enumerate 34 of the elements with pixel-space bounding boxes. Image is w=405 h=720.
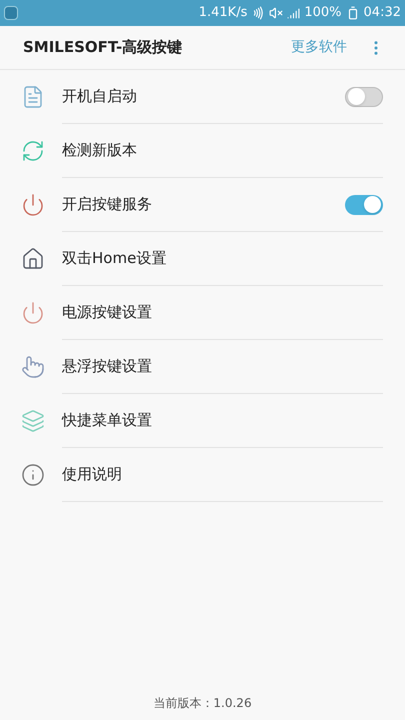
settings-item[interactable]: 开机自启动	[0, 70, 405, 124]
settings-item[interactable]: 悬浮按键设置	[0, 340, 405, 394]
mute-icon	[269, 6, 284, 20]
home-icon	[21, 247, 45, 271]
settings-item[interactable]: 检测新版本	[0, 124, 405, 178]
item-label: 检测新版本	[62, 140, 138, 162]
item-label: 快捷菜单设置	[62, 410, 153, 432]
app-title: SMILESOFT-高级按键	[23, 37, 184, 58]
refresh-icon	[21, 139, 45, 163]
clock: 04:32	[364, 4, 401, 22]
settings-item[interactable]: 快捷菜单设置	[0, 394, 405, 448]
app-notification-icon	[4, 6, 18, 20]
info-icon	[21, 463, 45, 487]
power-icon	[21, 301, 45, 325]
toggle-switch[interactable]	[345, 194, 383, 214]
item-label: 双击Home设置	[62, 248, 168, 270]
settings-item[interactable]: 开启按键服务	[0, 178, 405, 232]
signal-icon	[287, 6, 300, 20]
item-label: 悬浮按键设置	[62, 356, 153, 378]
item-label: 开启按键服务	[62, 194, 153, 216]
item-label: 使用说明	[62, 464, 123, 486]
battery-level: 100%	[304, 4, 342, 22]
power-icon	[21, 193, 45, 217]
settings-item[interactable]: 电源按键设置	[0, 286, 405, 340]
layers-icon	[21, 409, 45, 433]
nfc-icon	[251, 6, 266, 20]
network-speed: 1.41K/s	[198, 4, 248, 22]
toggle-switch[interactable]	[345, 86, 383, 106]
version-text: 当前版本：1.0.26	[153, 695, 252, 712]
hand-icon	[21, 355, 45, 379]
item-label: 开机自启动	[62, 86, 138, 108]
settings-item[interactable]: 双击Home设置	[0, 232, 405, 286]
item-label: 电源按键设置	[62, 302, 153, 324]
settings-item[interactable]: 使用说明	[0, 448, 405, 502]
